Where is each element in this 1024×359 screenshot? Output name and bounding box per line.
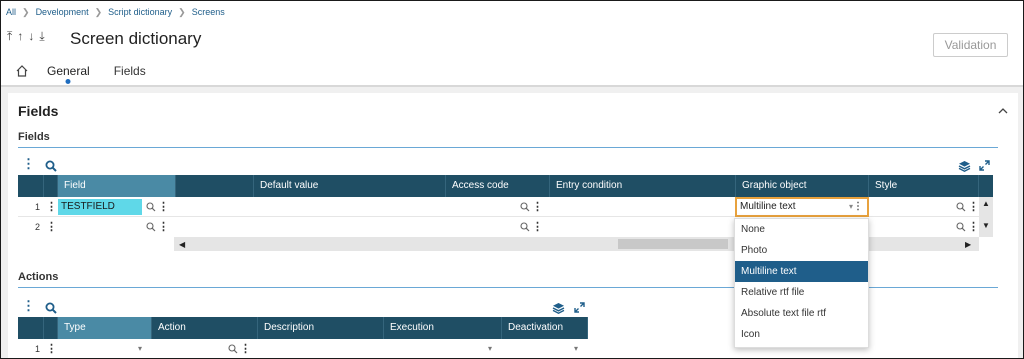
column-header-entry-condition[interactable]: Entry condition (550, 175, 736, 197)
breadcrumb-separator-icon: ❯ (22, 6, 30, 17)
record-navigation: ⤒ ↑ ↓ ⤓ (7, 29, 45, 44)
breadcrumb: All ❯ Development ❯ Script dictionary ❯ … (6, 5, 225, 19)
row-number: 1 (34, 344, 40, 354)
column-header-type[interactable]: Type (58, 317, 152, 339)
grid-header-menu (44, 175, 58, 197)
field-cell[interactable]: TESTFIELD (58, 199, 142, 215)
breadcrumb-script-dictionary[interactable]: Script dictionary (108, 7, 172, 17)
field-menu-icon[interactable]: ⋮ (158, 197, 169, 217)
tab-fields[interactable]: Fields (114, 64, 146, 78)
style-lookup-icon[interactable] (956, 222, 966, 232)
graphic-object-menu-icon[interactable]: ⋮ (853, 199, 863, 215)
last-record-icon[interactable]: ⤓ (39, 29, 44, 44)
scroll-right-icon[interactable]: ▶ (965, 240, 971, 249)
column-header-spacer (176, 175, 254, 197)
actions-grid-header: Type Action Description Execution Deacti… (18, 317, 588, 339)
breadcrumb-screens[interactable]: Screens (192, 7, 225, 17)
column-header-graphic-object[interactable]: Graphic object (736, 175, 869, 197)
breadcrumb-separator-icon: ❯ (94, 6, 103, 17)
breadcrumb-all[interactable]: All (6, 7, 16, 17)
grid-header-menu (44, 317, 58, 339)
previous-record-icon[interactable]: ↑ (17, 29, 23, 44)
access-code-lookup-icon[interactable] (520, 222, 530, 232)
row-number: 1 (34, 202, 40, 212)
row-menu-icon[interactable]: ⋮ (46, 339, 57, 358)
content-area: Fields Fields ⋮ Field Default value Acce… (1, 85, 1023, 358)
actions-menu-icon[interactable]: ⋮ (22, 299, 35, 312)
grid-header-corner (18, 175, 44, 197)
dropdown-option-icon[interactable]: Icon (735, 324, 868, 345)
dropdown-option-absolute-text-file-rtf[interactable]: Absolute text file rtf (735, 303, 868, 324)
validation-button[interactable]: Validation (933, 33, 1008, 57)
graphic-object-select[interactable]: Multiline text ▾ ⋮ (735, 197, 869, 217)
fields-divider (18, 147, 998, 148)
home-icon[interactable] (15, 64, 29, 78)
dropdown-option-none[interactable]: None (735, 219, 868, 240)
execution-dropdown-arrow-icon[interactable]: ▾ (488, 339, 498, 358)
dropdown-option-multiline-text[interactable]: Multiline text (735, 261, 868, 282)
fields-menu-icon[interactable]: ⋮ (22, 157, 35, 170)
row-number: 2 (34, 222, 40, 232)
row-menu-icon[interactable]: ⋮ (46, 197, 57, 217)
table-row: 1 ⋮ ▾ ⋮ ▾ ▾ (18, 339, 588, 358)
access-code-menu-icon[interactable]: ⋮ (532, 197, 543, 217)
horizontal-scroll-thumb[interactable] (618, 239, 728, 249)
graphic-object-dropdown: None Photo Multiline text Relative rtf f… (734, 218, 869, 348)
tab-general[interactable]: General (47, 64, 90, 78)
actions-layers-icon[interactable] (552, 302, 565, 314)
actions-subtitle: Actions (18, 271, 59, 283)
breadcrumb-separator-icon: ❯ (178, 6, 186, 17)
dropdown-option-relative-rtf-file[interactable]: Relative rtf file (735, 282, 868, 303)
column-header-access-code[interactable]: Access code (446, 175, 550, 197)
expand-icon[interactable] (979, 160, 990, 171)
breadcrumb-development[interactable]: Development (36, 7, 89, 17)
action-lookup-icon[interactable] (228, 344, 238, 354)
app-window: All ❯ Development ❯ Script dictionary ❯ … (0, 0, 1024, 359)
access-code-lookup-icon[interactable] (520, 202, 530, 212)
column-header-default-value[interactable]: Default value (254, 175, 446, 197)
scroll-down-icon[interactable]: ▼ (982, 221, 990, 230)
column-header-field[interactable]: Field (58, 175, 176, 197)
page-title: Screen dictionary (70, 29, 202, 48)
scroll-left-icon[interactable]: ◀ (179, 240, 185, 249)
dropdown-option-photo[interactable]: Photo (735, 240, 868, 261)
scroll-up-icon[interactable]: ▲ (982, 199, 990, 208)
column-header-action[interactable]: Action (152, 317, 258, 339)
fields-search-icon[interactable] (45, 160, 57, 172)
grid-header-corner (18, 317, 44, 339)
fields-grid-header: Field Default value Access code Entry co… (18, 175, 993, 197)
field-lookup-icon[interactable] (146, 202, 156, 212)
first-record-icon[interactable]: ⤒ (7, 29, 12, 44)
style-menu-icon[interactable]: ⋮ (968, 197, 979, 217)
type-dropdown-arrow-icon[interactable]: ▾ (138, 339, 148, 358)
field-menu-icon[interactable]: ⋮ (158, 217, 169, 237)
style-lookup-icon[interactable] (956, 202, 966, 212)
deactivation-dropdown-arrow-icon[interactable]: ▾ (574, 339, 584, 358)
collapse-icon[interactable] (998, 107, 1008, 115)
action-menu-icon[interactable]: ⋮ (240, 339, 251, 358)
row-menu-icon[interactable]: ⋮ (46, 217, 57, 237)
column-header-description[interactable]: Description (258, 317, 384, 339)
fields-subtitle: Fields (18, 131, 50, 143)
section-title: Fields (18, 103, 59, 119)
field-lookup-icon[interactable] (146, 222, 156, 232)
actions-search-icon[interactable] (45, 302, 57, 314)
layers-icon[interactable] (958, 160, 971, 172)
style-menu-icon[interactable]: ⋮ (968, 217, 979, 237)
column-header-deactivation[interactable]: Deactivation (502, 317, 588, 339)
access-code-menu-icon[interactable]: ⋮ (532, 217, 543, 237)
next-record-icon[interactable]: ↓ (28, 29, 34, 44)
graphic-object-value: Multiline text (740, 201, 796, 212)
tab-bar: General Fields (15, 61, 170, 81)
column-header-execution[interactable]: Execution (384, 317, 502, 339)
column-header-style[interactable]: Style (869, 175, 979, 197)
table-row: 1 ⋮ TESTFIELD ⋮ ⋮ Multiline text ▾ ⋮ ⋮ (18, 197, 983, 217)
actions-expand-icon[interactable] (574, 302, 585, 313)
